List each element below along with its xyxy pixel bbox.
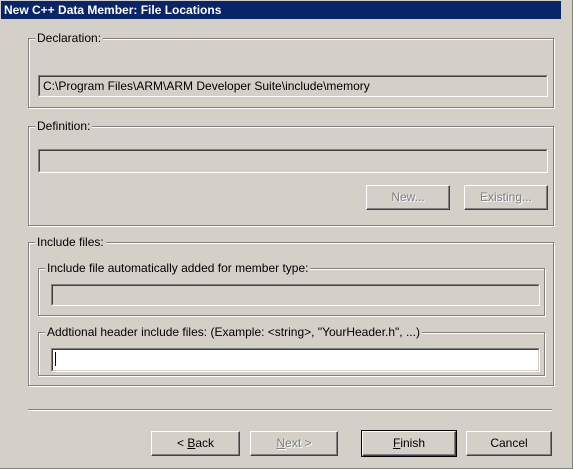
back-rest: ack xyxy=(195,436,215,450)
additional-include-label: Addtional header include files: (Example… xyxy=(45,325,422,339)
back-prefix: < xyxy=(176,436,188,450)
auto-include-label: Include file automatically added for mem… xyxy=(45,261,311,275)
definition-group: Definition: New... Existing... xyxy=(28,119,554,226)
text-caret xyxy=(55,352,56,366)
additional-include-field[interactable] xyxy=(51,348,540,372)
definition-field[interactable] xyxy=(38,149,548,173)
title-bar: New C++ Data Member: File Locations xyxy=(1,1,561,19)
auto-include-value xyxy=(52,285,539,305)
auto-include-group: Include file automatically added for mem… xyxy=(38,261,545,316)
existing-button[interactable]: Existing... xyxy=(464,185,548,210)
file-locations-dialog: New C++ Data Member: File Locations Decl… xyxy=(0,0,573,469)
auto-include-field[interactable] xyxy=(51,284,540,306)
definition-label: Definition: xyxy=(35,119,93,133)
next-rest: ext > xyxy=(285,436,312,450)
declaration-field[interactable]: C:\Program Files\ARM\ARM Developer Suite… xyxy=(38,75,548,97)
finish-rest: inish xyxy=(400,436,426,450)
include-files-label: Include files: xyxy=(35,235,106,249)
additional-include-group: Addtional header include files: (Example… xyxy=(38,325,545,376)
additional-include-value xyxy=(52,349,539,371)
cancel-button[interactable]: Cancel xyxy=(466,431,552,456)
separator xyxy=(28,409,552,411)
next-button[interactable]: Next > xyxy=(250,431,338,456)
back-button[interactable]: < Back xyxy=(151,431,240,456)
new-button[interactable]: New... xyxy=(366,185,450,210)
declaration-group: Declaration: C:\Program Files\ARM\ARM De… xyxy=(28,31,554,108)
window-title: New C++ Data Member: File Locations xyxy=(4,3,222,17)
include-files-group: Include files: Include file automaticall… xyxy=(28,235,554,386)
declaration-label: Declaration: xyxy=(35,31,104,45)
next-accel: N xyxy=(276,436,286,450)
definition-path xyxy=(39,150,547,172)
declaration-path: C:\Program Files\ARM\ARM Developer Suite… xyxy=(39,76,547,96)
finish-button[interactable]: Finish xyxy=(361,430,457,457)
